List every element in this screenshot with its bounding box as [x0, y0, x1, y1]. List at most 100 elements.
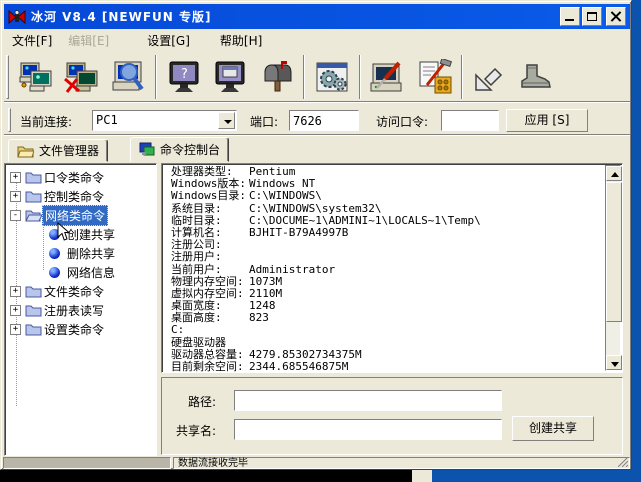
- info-row: 桌面宽度: 1248: [171, 299, 276, 313]
- console-icon: [139, 142, 155, 156]
- command-tree-panel: + 口令类命令 + 控制类命令 - 网络类命令 创建共享 删除共享 网络信息 +…: [4, 163, 157, 456]
- expand-toggle-icon[interactable]: +: [10, 172, 21, 183]
- maximize-button[interactable]: [582, 7, 602, 26]
- info-row: 目前剩余空间: 2344.685546875M: [171, 360, 349, 373]
- folder-icon: [25, 324, 42, 336]
- info-row: 当前用户: Administrator: [171, 262, 336, 276]
- computer-search-icon: [112, 61, 144, 90]
- svg-text:?: ?: [181, 67, 188, 82]
- add-connection-button[interactable]: [13, 54, 59, 100]
- tree-item-registry-commands[interactable]: + 注册表读写: [5, 301, 106, 320]
- tree-item-label: 控制类命令: [44, 190, 105, 204]
- info-row: 临时目录: C:\DOCUME~1\ADMINI~1\LOCALS~1\Temp\: [171, 213, 481, 227]
- screen-viewer-button[interactable]: ?: [161, 54, 207, 100]
- expand-toggle-icon[interactable]: +: [10, 305, 21, 316]
- toolbar-separator: [359, 54, 361, 99]
- upgrade-button[interactable]: [467, 54, 513, 100]
- arrow-downleft-icon: [475, 67, 503, 91]
- toolbar-separator: [155, 54, 157, 99]
- toolbar-separator: [303, 54, 305, 99]
- tree-item-network-info[interactable]: 网络信息: [5, 263, 117, 282]
- delete-connection-button[interactable]: [59, 54, 105, 100]
- close-button[interactable]: [606, 7, 626, 26]
- desktop-bottom-strip: [0, 470, 412, 482]
- password-field-wrap: [441, 110, 499, 131]
- menu-bar: 文件[F] 编辑[E] 设置[G] 帮助[H]: [4, 30, 630, 50]
- mail-notify-button[interactable]: [253, 54, 299, 100]
- tab-file-manager[interactable]: 文件管理器: [8, 139, 109, 162]
- server-config-button[interactable]: [411, 54, 457, 100]
- create-share-button[interactable]: 创建共享: [512, 416, 594, 441]
- connection-bar-gripper[interactable]: [8, 108, 11, 132]
- menu-settings[interactable]: 设置[G]: [139, 30, 198, 51]
- tree-item-delete-share[interactable]: 删除共享: [5, 244, 117, 263]
- monitor-question-icon: ?: [169, 61, 199, 92]
- tab-command-console[interactable]: 命令控制台: [130, 137, 230, 162]
- command-bullet-icon: [49, 267, 60, 278]
- apply-button[interactable]: 应用 [S]: [506, 109, 588, 132]
- vertical-scrollbar[interactable]: [605, 165, 622, 371]
- document-hammer-icon: [419, 58, 453, 93]
- expand-toggle-icon[interactable]: +: [10, 191, 21, 202]
- tree-item-settings-commands[interactable]: + 设置类命令: [5, 320, 106, 339]
- scrollbar-thumb[interactable]: [606, 182, 622, 322]
- tree-item-label: 删除共享: [67, 247, 116, 261]
- port-field-wrap: [289, 110, 359, 131]
- status-bar: 数据流接收完毕: [3, 457, 630, 469]
- tree-item-file-commands[interactable]: + 文件类命令: [5, 282, 106, 301]
- port-input[interactable]: [290, 111, 358, 130]
- combobox-dropdown-button[interactable]: [218, 112, 235, 129]
- tree-item-password-commands[interactable]: + 口令类命令: [5, 168, 106, 187]
- share-name-field-wrap: [234, 419, 502, 440]
- folder-icon: [25, 286, 42, 298]
- resize-grip-icon[interactable]: [618, 457, 628, 467]
- tree-item-control-commands[interactable]: + 控制类命令: [5, 187, 106, 206]
- current-connection-label: 当前连接:: [20, 115, 73, 129]
- info-row: 桌面高度: 823: [171, 311, 269, 325]
- mouse-cursor-icon: [57, 222, 70, 241]
- scroll-up-button[interactable]: [606, 166, 622, 181]
- expand-toggle-icon[interactable]: +: [10, 324, 21, 335]
- tree-item-label: 网络信息: [67, 266, 116, 280]
- system-tools-button[interactable]: [365, 54, 411, 100]
- app-window: 冰河 V8.4 [NEWFUN 专版] 文件[F] 编辑[E] 设置[G] 帮助…: [0, 0, 632, 470]
- remote-control-button[interactable]: [207, 54, 253, 100]
- info-row: C:: [171, 323, 185, 337]
- menu-help[interactable]: 帮助[H]: [212, 30, 270, 51]
- path-input[interactable]: [235, 391, 501, 410]
- status-message-panel: 数据流接收完毕: [173, 457, 630, 469]
- password-input[interactable]: [442, 111, 498, 130]
- tab-file-manager-label: 文件管理器: [39, 144, 100, 158]
- folder-icon: [25, 172, 42, 184]
- share-name-label: 共享名:: [176, 424, 217, 438]
- window-title: 冰河 V8.4 [NEWFUN 专版]: [31, 10, 212, 24]
- menu-file[interactable]: 文件[F]: [4, 30, 60, 51]
- triangle-down-icon: [611, 362, 619, 367]
- tab-bar: 文件管理器 命令控制台: [4, 137, 630, 162]
- minimize-icon: [565, 19, 574, 21]
- settings-button[interactable]: [309, 54, 355, 100]
- title-bar[interactable]: 冰河 V8.4 [NEWFUN 专版]: [4, 4, 630, 29]
- share-name-input[interactable]: [235, 420, 501, 439]
- tree-item-label-selected: 网络类命令: [42, 205, 109, 226]
- connection-combobox[interactable]: PC1: [92, 110, 237, 131]
- status-left-panel: [3, 457, 171, 469]
- toolbar-gripper[interactable]: [6, 54, 9, 99]
- scroll-down-button[interactable]: [606, 355, 622, 370]
- collapse-toggle-icon[interactable]: -: [10, 210, 21, 221]
- desktop-bottom-right-strip: [432, 470, 641, 482]
- tree-item-label: 创建共享: [67, 228, 116, 242]
- gears-window-icon: [316, 62, 348, 91]
- expand-toggle-icon[interactable]: +: [10, 286, 21, 297]
- menu-edit: 编辑[E]: [68, 33, 110, 48]
- search-computers-button[interactable]: [105, 54, 151, 100]
- info-row: 计算机名: BJHIT-B79A4997B: [171, 225, 349, 239]
- kick-button[interactable]: [513, 54, 559, 100]
- close-icon: [610, 10, 622, 22]
- connection-combobox-value: PC1: [96, 113, 118, 127]
- open-folder-icon: [25, 210, 42, 221]
- minimize-button[interactable]: [560, 7, 580, 26]
- tree-item-label: 注册表读写: [44, 304, 105, 318]
- monitor-window-icon: [215, 61, 245, 92]
- tab-command-console-label: 命令控制台: [160, 143, 221, 157]
